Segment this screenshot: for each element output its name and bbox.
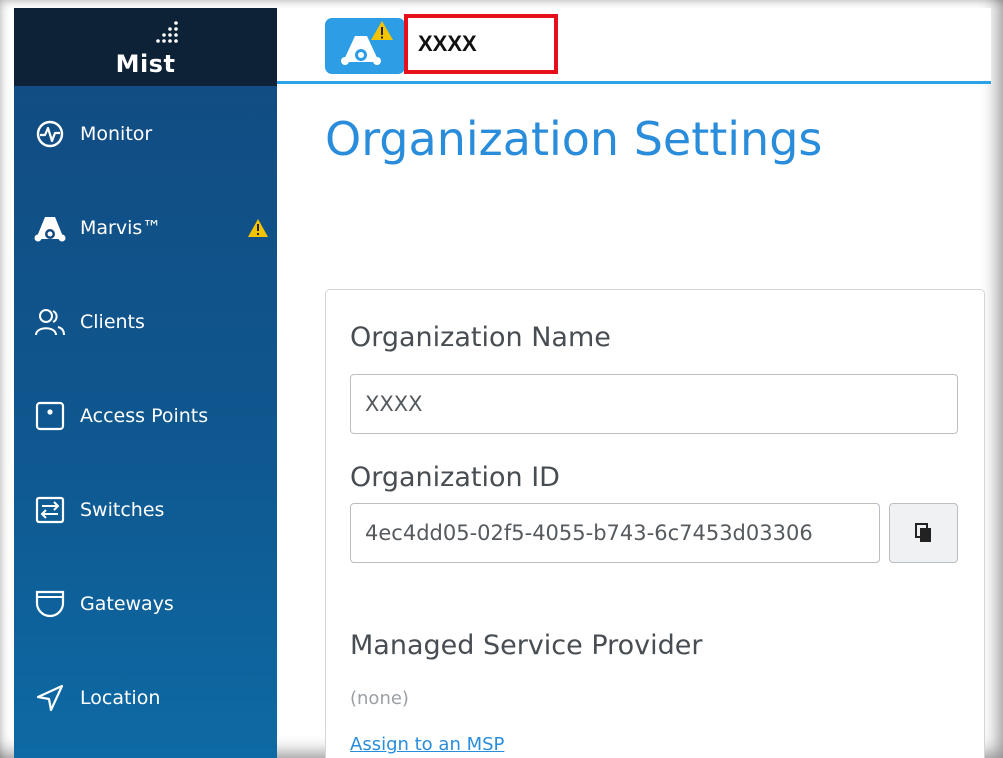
sidebar-item-monitor[interactable]: Monitor [14, 104, 277, 164]
sidebar-item-label: Location [80, 687, 161, 709]
msp-value: (none) [350, 688, 409, 709]
marvis-org-button[interactable] [325, 18, 405, 74]
page-title: Organization Settings [325, 112, 823, 166]
org-id-label: Organization ID [350, 462, 560, 493]
org-name-label: Organization Name [350, 322, 611, 353]
sidebar-item-label: Gateways [80, 593, 174, 615]
sidebar-item-marvis[interactable]: Marvis™ [14, 198, 277, 258]
sidebar-item-location[interactable]: Location [14, 668, 277, 728]
sidebar-item-switches[interactable]: Switches [14, 480, 277, 540]
msp-label: Managed Service Provider [350, 630, 703, 661]
monitor-icon [34, 118, 66, 150]
copy-button[interactable] [889, 503, 958, 563]
org-name: XXXX [418, 31, 477, 56]
switch-icon [34, 494, 66, 526]
sidebar-item-clients[interactable]: Clients [14, 292, 277, 352]
org-id-input[interactable] [350, 503, 880, 563]
sidebar-item-label: Switches [80, 499, 165, 521]
assign-msp-link[interactable]: Assign to an MSP [350, 734, 504, 755]
marvis-badge-icon [341, 21, 393, 65]
logo-dots-icon [156, 21, 178, 43]
sidebar-item-label: Marvis™ [80, 217, 162, 239]
org-name-input[interactable] [350, 374, 958, 434]
location-icon [34, 682, 66, 714]
sidebar-item-label: Monitor [80, 123, 153, 145]
sidebar-item-gateways[interactable]: Gateways [14, 574, 277, 634]
marvis-icon [34, 212, 66, 244]
gateway-icon [34, 588, 66, 620]
sidebar-item-label: Access Points [80, 405, 209, 427]
logo-bar: Mist [14, 8, 277, 86]
top-bar: XXXX [277, 8, 991, 84]
access-point-icon [34, 400, 66, 432]
org-name-highlight[interactable]: XXXX [404, 14, 558, 74]
clients-icon [34, 306, 66, 338]
copy-icon [914, 523, 931, 542]
sidebar-item-access-points[interactable]: Access Points [14, 386, 277, 446]
sidebar-item-label: Clients [80, 311, 145, 333]
brand-logo: Mist [115, 50, 176, 78]
sidebar: Mist Monitor Marvis™ Clients Access Poin… [14, 8, 277, 758]
warning-icon [248, 219, 268, 237]
